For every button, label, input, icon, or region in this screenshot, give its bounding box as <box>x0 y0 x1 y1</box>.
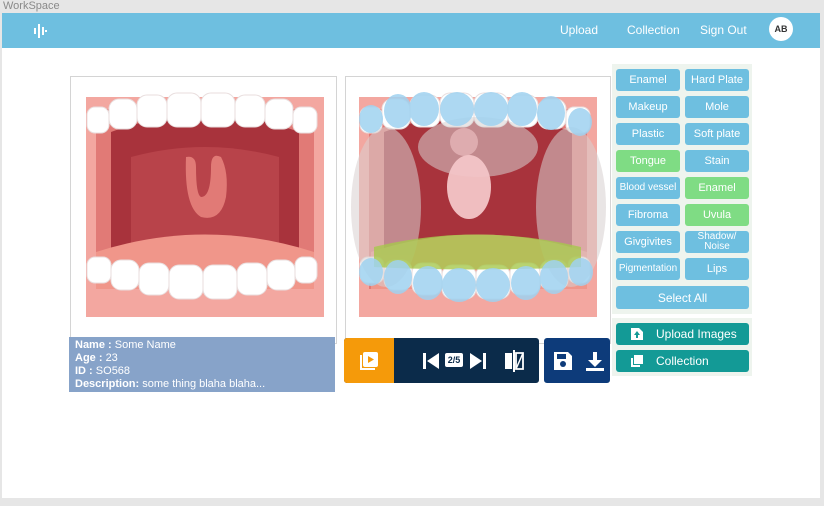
patient-info-card: Name : Some Name Age : 23 ID : SO568 Des… <box>69 337 335 392</box>
collection-label: Collection <box>656 354 709 368</box>
tag-enamel[interactable]: Enamel <box>616 69 680 91</box>
annotated-mouth-image[interactable] <box>346 77 610 343</box>
age-value: 23 <box>105 352 118 364</box>
tag-blood-vessel[interactable]: Blood vessel <box>616 177 680 199</box>
save-controls <box>544 338 610 383</box>
tag-makeup[interactable]: Makeup <box>616 96 680 118</box>
name-value: Some Name <box>114 339 176 351</box>
tag-lips[interactable]: Lips <box>685 258 749 280</box>
desc-label: Description: <box>75 378 140 390</box>
tag-pigmentation[interactable]: Pigmentation <box>616 258 680 280</box>
tag-tongue[interactable]: Tongue <box>616 150 680 172</box>
tag-hard-plate[interactable]: Hard Plate <box>685 69 749 91</box>
slideshow-icon <box>360 351 378 370</box>
info-desc-row: Description: some thing blaha blaha... <box>75 378 329 391</box>
compare-icon[interactable] <box>503 349 525 373</box>
annotated-image-panel <box>345 76 611 344</box>
last-image-icon[interactable] <box>468 351 488 371</box>
save-icon[interactable] <box>552 350 574 372</box>
upload-images-label: Upload Images <box>656 327 737 341</box>
tag-enamel[interactable]: Enamel <box>685 177 749 199</box>
nav-collection-link[interactable]: Collection <box>627 23 680 37</box>
id-value: SO568 <box>95 365 131 377</box>
image-counter: 2/5 <box>445 353 463 367</box>
tag-soft-plate[interactable]: Soft plate <box>685 123 749 145</box>
upload-images-button[interactable]: Upload Images <box>616 323 749 345</box>
collection-button[interactable]: Collection <box>616 350 749 372</box>
info-age-row: Age : 23 <box>75 352 329 365</box>
select-all-button[interactable]: Select All <box>616 286 749 309</box>
collection-icon <box>631 355 643 367</box>
id-label: ID : <box>75 365 93 377</box>
tag-mole[interactable]: Mole <box>685 96 749 118</box>
tag-givgivites[interactable]: Givgivites <box>616 231 680 253</box>
mouth-image <box>86 92 324 317</box>
logo-icon[interactable] <box>32 22 48 40</box>
first-image-icon[interactable] <box>421 351 441 371</box>
tag-stain[interactable]: Stain <box>685 150 749 172</box>
avatar[interactable]: AB <box>769 17 793 41</box>
tag-plastic[interactable]: Plastic <box>616 123 680 145</box>
nav-signout-link[interactable]: Sign Out <box>700 23 747 37</box>
original-image-panel <box>70 76 337 344</box>
download-icon[interactable] <box>584 350 606 372</box>
upload-file-icon <box>631 328 643 340</box>
info-id-row: ID : SO568 <box>75 365 329 378</box>
age-label: Age : <box>75 352 103 364</box>
slideshow-button[interactable] <box>344 338 394 383</box>
top-navbar: Upload Collection Sign Out AB <box>2 13 820 48</box>
desc-value: some thing blaha blaha... <box>142 378 266 390</box>
name-label: Name : <box>75 339 112 351</box>
workspace-title: WorkSpace <box>3 0 60 12</box>
info-name-row: Name : Some Name <box>75 339 329 352</box>
tag-shadow-noise[interactable]: Shadow/ Noise <box>685 231 749 253</box>
nav-upload-link[interactable]: Upload <box>560 23 598 37</box>
viewer-controls: 2/5 <box>344 338 539 383</box>
tag-fibroma[interactable]: Fibroma <box>616 204 680 226</box>
tag-uvula[interactable]: Uvula <box>685 204 749 226</box>
